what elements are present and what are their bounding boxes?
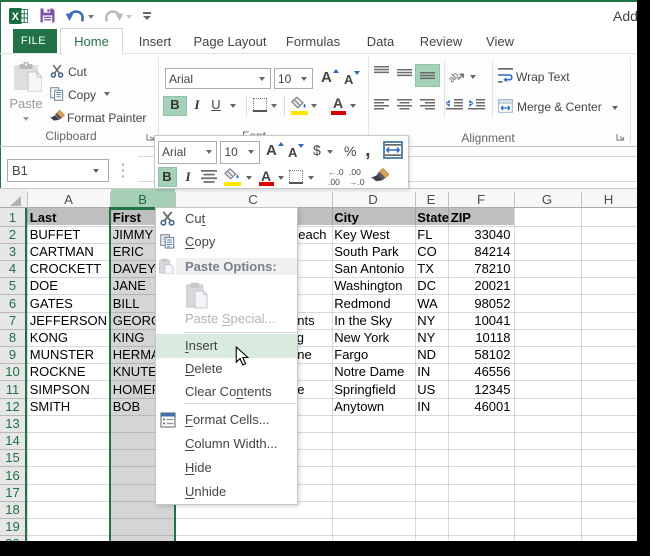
svg-text:.00: .00 (328, 177, 340, 187)
svg-text:←.0: ←.0 (328, 167, 344, 177)
svg-text:→.0: →.0 (349, 177, 365, 187)
svg-text:X: X (12, 11, 20, 23)
svg-text:.00: .00 (349, 167, 361, 177)
